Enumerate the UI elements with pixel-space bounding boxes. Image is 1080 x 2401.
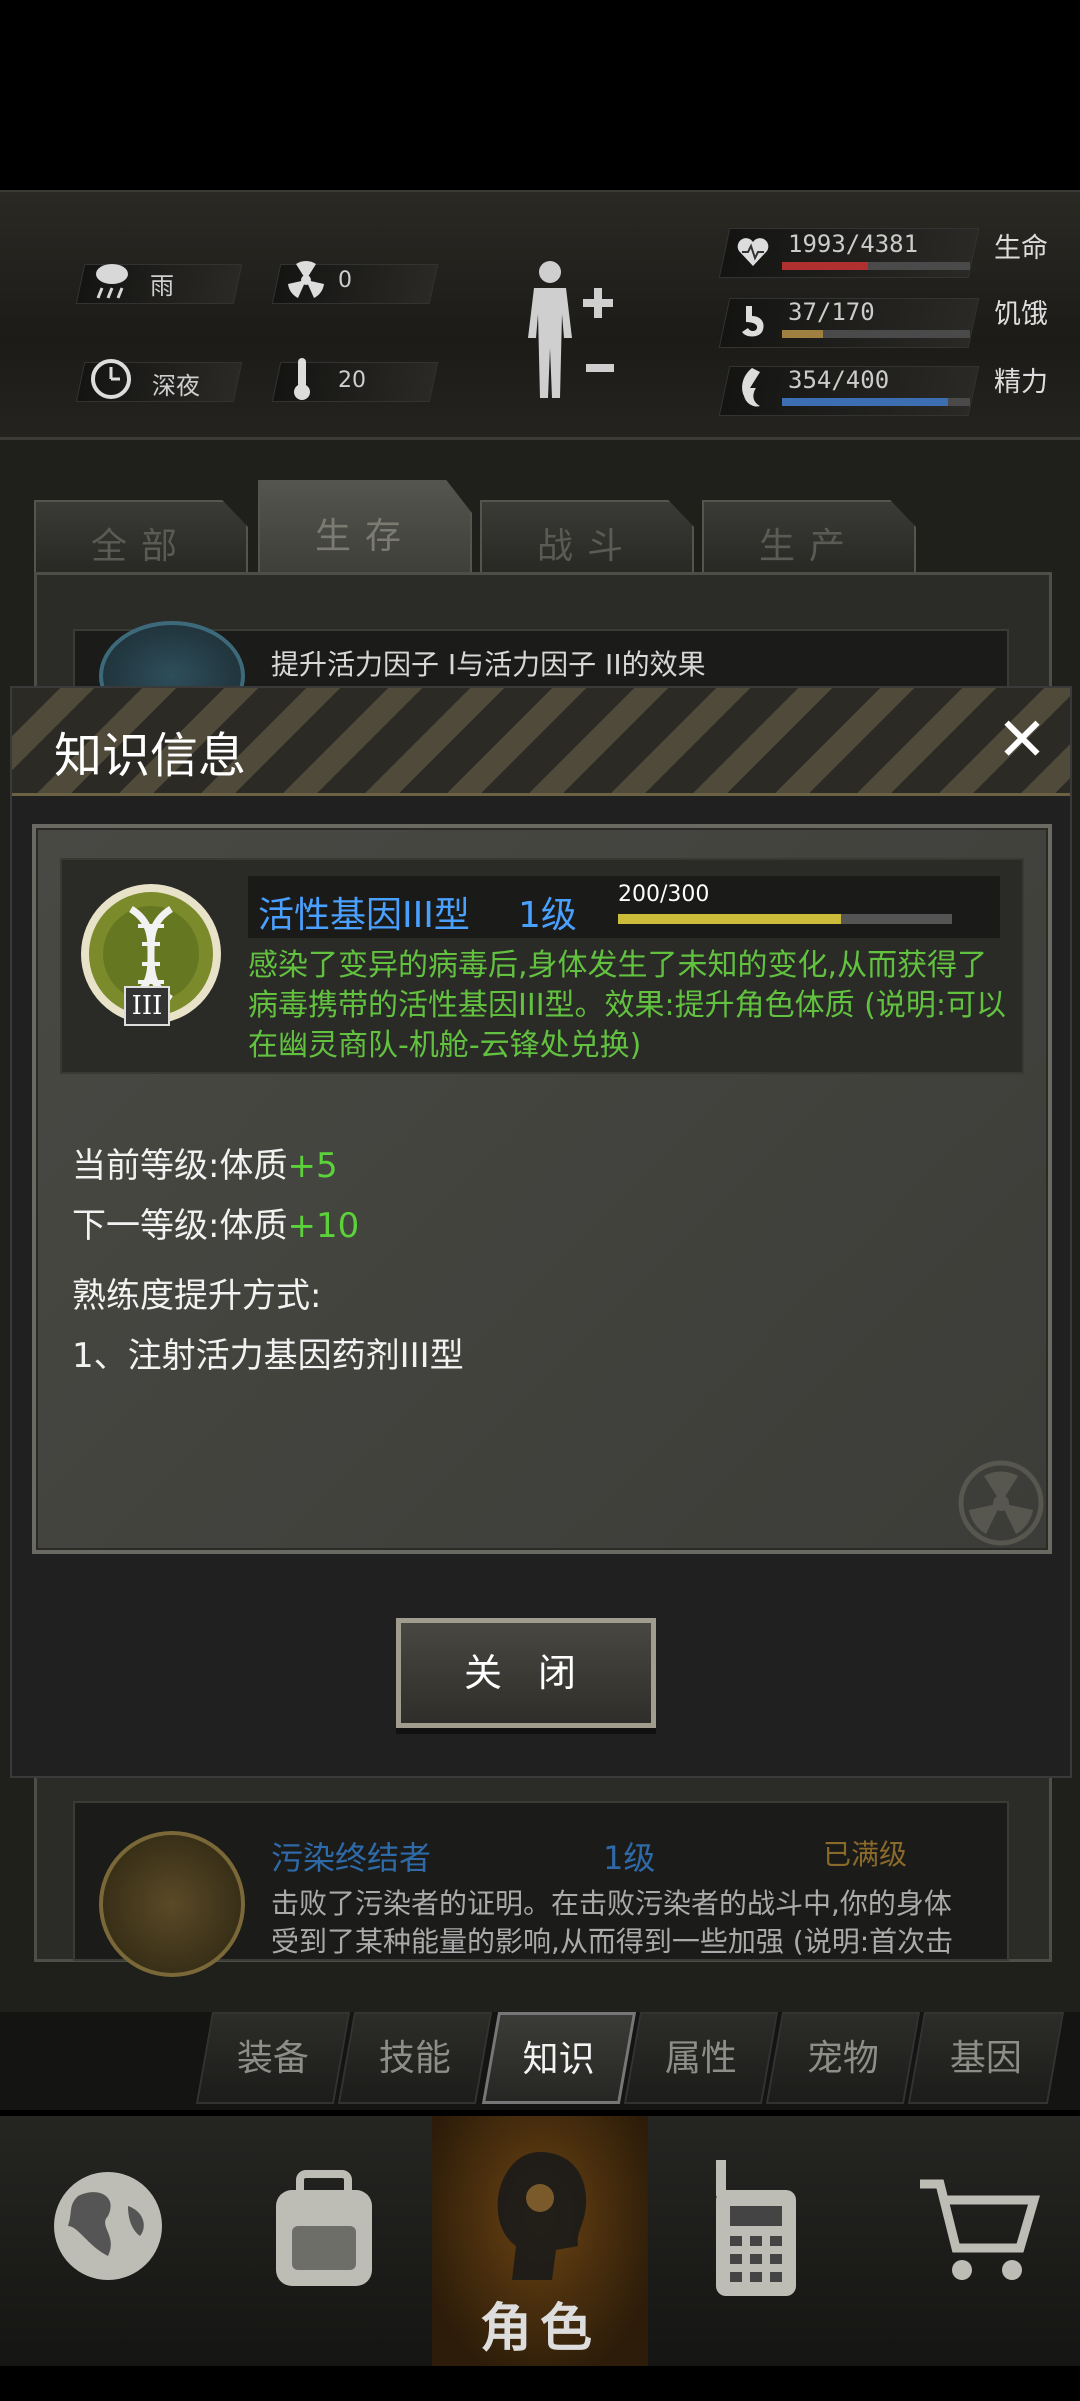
radio-icon [716, 2160, 796, 2296]
subtab-genes[interactable]: 基因 [907, 2012, 1065, 2104]
health-bar [782, 262, 970, 270]
energy-icon [742, 368, 760, 407]
hunger-label: 饥饿 [994, 299, 1048, 330]
nav-character[interactable]: 角色 [432, 2116, 648, 2366]
next-level-stat: 体质 [219, 1206, 288, 1246]
weather-text: 雨 [150, 272, 174, 300]
gene-name: 活性基因III型 [258, 895, 470, 936]
energy-label: 精力 [994, 367, 1048, 398]
subtab-attributes[interactable]: 属性 [623, 2012, 779, 2104]
temperature-value: 20 [338, 368, 366, 393]
fist-icon [99, 1831, 245, 1977]
dna-icon [81, 884, 221, 1024]
subtab-knowledge[interactable]: 知识 [481, 2012, 637, 2104]
dialog-header: 知识信息 ✕ [12, 688, 1070, 796]
energy-bar [782, 398, 970, 406]
clock-icon [91, 359, 131, 399]
dialog-title: 知识信息 [54, 728, 247, 784]
health-label: 生命 [994, 233, 1048, 264]
close-button[interactable]: 关 闭 [396, 1618, 656, 1728]
subtab-pets[interactable]: 宠物 [765, 2012, 921, 2104]
hunger-bar [782, 330, 970, 338]
next-level-bonus: +10 [287, 1206, 360, 1246]
thermometer-icon [294, 358, 310, 400]
knowledge-info-dialog: 知识信息 ✕ 当前等级:体质+5 下一等级:体质+10 熟练度提升方式: 1、注… [10, 686, 1072, 1778]
close-button-label: 关 闭 [463, 1651, 589, 1695]
radiation-watermark-icon [958, 1460, 1044, 1546]
nav-radio[interactable] [648, 2116, 864, 2366]
heart-icon [737, 238, 769, 266]
status-panel: 雨 0 深夜 20 1993/4381 生命 37/170 饥饿 354/400… [0, 190, 1080, 440]
next-level-row: 下一等级:体质+10 [72, 1198, 359, 1247]
nav-character-label: 角色 [479, 2299, 600, 2359]
list-item-level: 1级 [603, 1839, 656, 1877]
nav-world[interactable] [0, 2116, 216, 2366]
current-level-stat: 体质 [219, 1146, 288, 1186]
cart-icon [920, 2179, 1040, 2280]
list-item-name: 污染终结者 [271, 1839, 432, 1877]
subtab-equipment[interactable]: 装备 [195, 2012, 351, 2104]
list-item[interactable]: 污染终结者 1级 已满级 击败了污染者的证明。在击败污染者的战斗中,你的身体受到… [73, 1801, 1009, 1977]
proficiency-method-item: 1、注射活力基因药剂III型 [72, 1336, 464, 1376]
backpack-icon [276, 2170, 372, 2286]
proficiency-text: 200/300 [618, 882, 710, 907]
nav-shop[interactable] [864, 2116, 1080, 2366]
radiation-icon [288, 260, 324, 298]
radiation-value: 0 [338, 268, 352, 293]
proficiency-bar [618, 914, 952, 924]
character-subtabs: 装备 技能 知识 属性 宠物 基因 [0, 2012, 1080, 2110]
subtab-skills[interactable]: 技能 [337, 2012, 493, 2104]
body-figure-icon[interactable] [520, 258, 630, 408]
next-level-label: 下一等级: [72, 1206, 220, 1246]
current-level-row: 当前等级:体质+5 [72, 1138, 338, 1187]
list-item-desc: 提升活力因子 I与活力因子 II的效果 [271, 648, 706, 681]
proficiency-method-title: 熟练度提升方式: [72, 1276, 322, 1316]
list-item-status: 已满级 [823, 1838, 908, 1871]
globe-icon [54, 2172, 162, 2280]
gene-description: 感染了变异的病毒后,身体发生了未知的变化,从而获得了病毒携带的活性基因III型。… [248, 948, 1006, 1063]
gene-tier-badge: III [124, 986, 170, 1026]
list-item-desc: 击败了污染者的证明。在击败污染者的战斗中,你的身体受到了某种能量的影响,从而得到… [271, 1887, 954, 1957]
nav-inventory[interactable] [216, 2116, 432, 2366]
close-icon[interactable]: ✕ [992, 710, 1052, 770]
health-value: 1993/4381 [788, 230, 919, 258]
current-level-label: 当前等级: [72, 1146, 220, 1186]
stomach-icon [742, 306, 764, 337]
gene-level: 1级 [518, 895, 577, 936]
bottom-navigation: 角色 [0, 2116, 1080, 2366]
gene-name-bar: 活性基因III型 1级 200/300 [248, 876, 1000, 938]
energy-value: 354/400 [788, 366, 890, 394]
time-of-day-text: 深夜 [152, 372, 200, 400]
rain-cloud-icon [96, 264, 128, 299]
hunger-value: 37/170 [788, 298, 875, 326]
gene-info-card: III 活性基因III型 1级 200/300 感染了变异的病毒后,身体发生了未… [60, 858, 1024, 1074]
current-level-bonus: +5 [287, 1146, 338, 1186]
character-head-icon [497, 2152, 587, 2280]
